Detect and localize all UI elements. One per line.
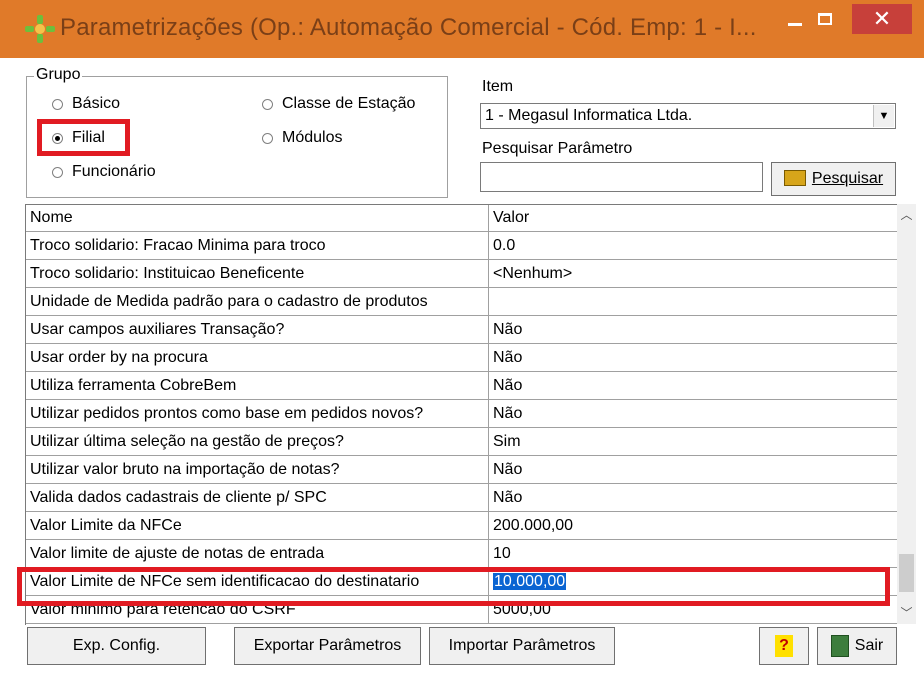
radio-circle-icon: [52, 98, 63, 110]
table-row[interactable]: Valor Limite da NFCe 200.000,00: [26, 512, 897, 540]
window-title: Parametrizações (Op.: Automação Comercia…: [60, 14, 757, 41]
cell-valor[interactable]: Não: [489, 484, 897, 511]
table-row[interactable]: Utiliza ferramenta CobreBem Não: [26, 372, 897, 400]
cell-valor[interactable]: Não: [489, 400, 897, 427]
scroll-up-icon[interactable]: ︿: [897, 204, 916, 226]
search-label: Pesquisar Parâmetro: [482, 140, 633, 157]
item-value: 1 - Megasul Informatica Ltda.: [485, 107, 693, 124]
cell-nome: Troco solidario: Fracao Minima para troc…: [26, 232, 489, 259]
grid-header: Nome Valor: [26, 205, 897, 232]
cell-valor[interactable]: <Nenhum>: [489, 260, 897, 287]
radio-label: Básico: [72, 95, 121, 112]
cell-nome: Utiliza ferramenta CobreBem: [26, 372, 489, 399]
cell-valor[interactable]: 200.000,00: [489, 512, 897, 539]
radio-label: Módulos: [282, 129, 343, 146]
importar-parametros-button[interactable]: Importar Parâmetros: [429, 627, 615, 665]
filial-highlight-box: [37, 119, 130, 156]
radio-circle-icon: [262, 132, 273, 144]
exp-config-button[interactable]: Exp. Config.: [27, 627, 206, 665]
radio-label: Funcionário: [72, 163, 156, 180]
cell-nome: Utilizar pedidos prontos como base em pe…: [26, 400, 489, 427]
table-row[interactable]: Unidade de Medida padrão para o cadastro…: [26, 288, 897, 316]
radio-circle-icon: [52, 166, 63, 178]
cell-nome: Utilizar valor bruto na importação de no…: [26, 456, 489, 483]
chevron-down-icon[interactable]: ▼: [873, 105, 894, 127]
cell-nome: Valor Limite da NFCe: [26, 512, 489, 539]
parameters-grid: Nome Valor Troco solidario: Fracao Minim…: [25, 204, 897, 625]
minimize-button[interactable]: [788, 23, 802, 26]
table-row[interactable]: Utilizar valor bruto na importação de no…: [26, 456, 897, 484]
exportar-parametros-button[interactable]: Exportar Parâmetros: [234, 627, 421, 665]
column-header-nome[interactable]: Nome: [26, 205, 489, 231]
cell-nome: Unidade de Medida padrão para o cadastro…: [26, 288, 489, 315]
radio-modulos[interactable]: Módulos: [262, 129, 342, 147]
cell-valor[interactable]: Não: [489, 372, 897, 399]
table-row[interactable]: Troco solidario: Fracao Minima para troc…: [26, 232, 897, 260]
cell-valor[interactable]: 0.0: [489, 232, 897, 259]
table-row[interactable]: Utilizar pedidos prontos como base em pe…: [26, 400, 897, 428]
pointing-hand-icon: [783, 169, 806, 186]
close-button[interactable]: ✕: [852, 4, 912, 34]
cell-nome: Valida dados cadastrais de cliente p/ SP…: [26, 484, 489, 511]
sair-button[interactable]: Sair: [817, 627, 897, 665]
cell-valor[interactable]: Não: [489, 316, 897, 343]
exit-door-icon: [830, 634, 849, 657]
item-label: Item: [482, 78, 514, 95]
table-row[interactable]: Utilizar última seleção na gestão de pre…: [26, 428, 897, 456]
item-combobox[interactable]: 1 - Megasul Informatica Ltda. ▼: [480, 103, 896, 129]
table-row[interactable]: Usar order by na procura Não: [26, 344, 897, 372]
cell-nome: Valor limite de ajuste de notas de entra…: [26, 540, 489, 567]
radio-circle-icon: [262, 98, 273, 110]
vertical-scrollbar[interactable]: ︿ ﹀: [897, 204, 916, 624]
cell-nome: Troco solidario: Instituicao Beneficente: [26, 260, 489, 287]
app-icon: [25, 15, 55, 43]
radio-funcionario[interactable]: Funcionário: [52, 163, 156, 181]
table-row[interactable]: Valida dados cadastrais de cliente p/ SP…: [26, 484, 897, 512]
pesquisar-label: Pesquisar: [811, 170, 884, 187]
help-button[interactable]: ?: [759, 627, 809, 665]
title-bar: Parametrizações (Op.: Automação Comercia…: [0, 0, 924, 58]
column-header-valor[interactable]: Valor: [489, 205, 897, 231]
scroll-down-icon[interactable]: ﹀: [897, 602, 916, 624]
maximize-button[interactable]: [818, 13, 832, 25]
search-input[interactable]: [480, 162, 763, 192]
cell-nome: Usar campos auxiliares Transação?: [26, 316, 489, 343]
cell-nome: Utilizar última seleção na gestão de pre…: [26, 428, 489, 455]
table-row[interactable]: Troco solidario: Instituicao Beneficente…: [26, 260, 897, 288]
pesquisar-button[interactable]: Pesquisar: [771, 162, 896, 196]
help-icon: ?: [775, 634, 793, 657]
radio-basico[interactable]: Básico: [52, 95, 120, 113]
radio-classe-de-estacao[interactable]: Classe de Estação: [262, 95, 415, 113]
sair-label: Sair: [854, 637, 884, 654]
table-row[interactable]: Valor limite de ajuste de notas de entra…: [26, 540, 897, 568]
cell-valor[interactable]: Não: [489, 456, 897, 483]
cell-valor[interactable]: Não: [489, 344, 897, 371]
scroll-thumb[interactable]: [899, 554, 914, 592]
cell-valor[interactable]: 10: [489, 540, 897, 567]
selected-row-highlight-box: [17, 567, 890, 606]
cell-valor[interactable]: [489, 288, 897, 315]
table-row[interactable]: Usar campos auxiliares Transação? Não: [26, 316, 897, 344]
cell-valor[interactable]: Sim: [489, 428, 897, 455]
cell-nome: Usar order by na procura: [26, 344, 489, 371]
grupo-label: Grupo: [34, 66, 83, 84]
radio-label: Classe de Estação: [282, 95, 416, 112]
